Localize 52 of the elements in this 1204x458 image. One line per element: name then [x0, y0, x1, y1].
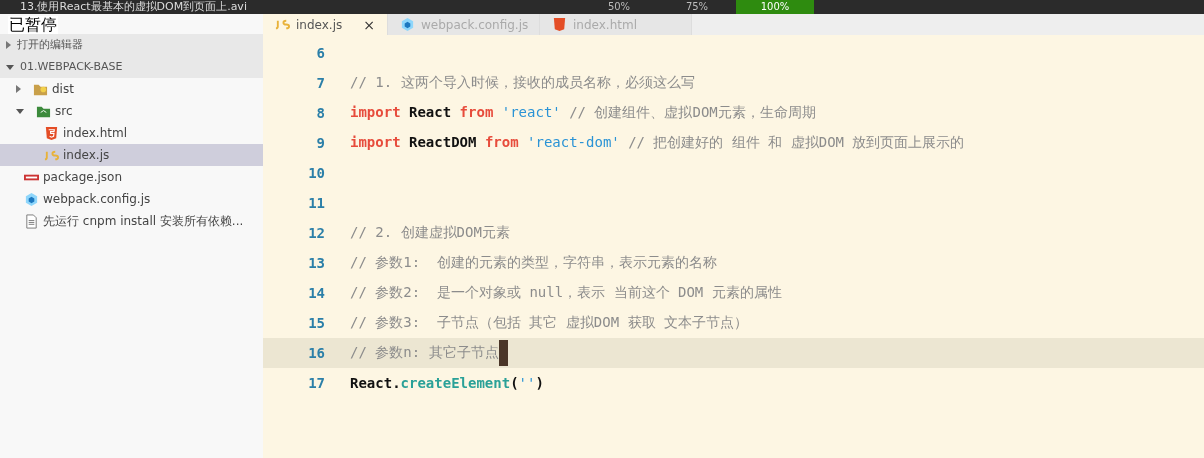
file-name: dist	[52, 82, 74, 96]
cube-icon	[400, 17, 415, 32]
line-number: 7	[315, 75, 326, 91]
code-line: // 参数2: 是一个对象或 null，表示 当前这个 DOM 元素的属性	[350, 284, 782, 302]
line-number: 6	[315, 45, 326, 61]
document-icon	[24, 213, 39, 229]
code-line: // 参数1: 创建的元素的类型，字符串，表示元素的名称	[350, 254, 717, 272]
tab-label: webpack.config.js	[421, 17, 529, 32]
close-button[interactable]: ×	[363, 16, 375, 33]
code-line: // 1. 这两个导入时候，接收的成员名称，必须这么写	[350, 74, 695, 92]
line-number: 11	[307, 195, 326, 211]
file-name: webpack.config.js	[43, 192, 151, 206]
line-number: 17	[307, 375, 326, 391]
file-tree-item[interactable]: index.html	[0, 122, 263, 144]
line-number: 12	[307, 225, 326, 241]
file-name: src	[55, 104, 73, 118]
code-line: // 2. 创建虚拟DOM元素	[350, 224, 510, 242]
html5-icon	[552, 17, 567, 32]
line-number: 14	[307, 285, 326, 301]
html5-icon	[44, 125, 59, 141]
file-name: 先运行 cnpm install 安装所有依赖...	[43, 212, 244, 230]
file-name: index.html	[63, 126, 127, 140]
tab-label: index.js	[296, 17, 343, 32]
line-number: 8	[315, 105, 326, 121]
video-title: 13.使用React最基本的虚拟DOM到页面上.avi	[19, 0, 248, 14]
editor-tab[interactable]: index.js ×	[263, 14, 388, 35]
line-number: 9	[315, 135, 326, 151]
tab-label: index.html	[573, 17, 637, 32]
line-number: 15	[307, 315, 326, 331]
js-icon	[275, 17, 290, 32]
text-cursor	[498, 340, 508, 366]
line-number: 10	[307, 165, 326, 181]
zoom-option[interactable]: 100%	[736, 0, 814, 14]
file-name: index.js	[63, 148, 110, 162]
file-tree-item[interactable]: src	[0, 100, 263, 122]
file-tree-item[interactable]: index.js	[0, 144, 263, 166]
code-line: React.createElement('')	[350, 375, 544, 391]
file-tree-item[interactable]: webpack.config.js	[0, 188, 263, 210]
file-tree-item[interactable]: 先运行 cnpm install 安装所有依赖...	[0, 210, 263, 232]
file-tree-item[interactable]: dist	[0, 78, 263, 100]
code-line: import React from 'react' // 创建组件、虚拟DOM元素，生命周期	[350, 104, 816, 122]
file-name: package.json	[43, 170, 122, 184]
code-line: import ReactDOM from 'react-dom' // 把创建好的 组件 和 虚拟DOM 放到页面上展示的	[350, 134, 965, 152]
paused-label: 已暂停	[8, 16, 58, 34]
file-tree-item[interactable]: package.json	[0, 166, 263, 188]
sidebar-section[interactable]: 01.WEBPACK-BASE	[0, 56, 263, 78]
line-number: 16	[307, 345, 326, 361]
line-number: 13	[307, 255, 326, 271]
cube-icon	[24, 191, 39, 207]
code-line: // 参数3: 子节点（包括 其它 虚拟DOM 获取 文本子节点）	[350, 314, 748, 332]
sidebar-section[interactable]: 打开的编辑器	[0, 34, 263, 56]
code-line: // 参数n: 其它子节点	[350, 344, 499, 362]
